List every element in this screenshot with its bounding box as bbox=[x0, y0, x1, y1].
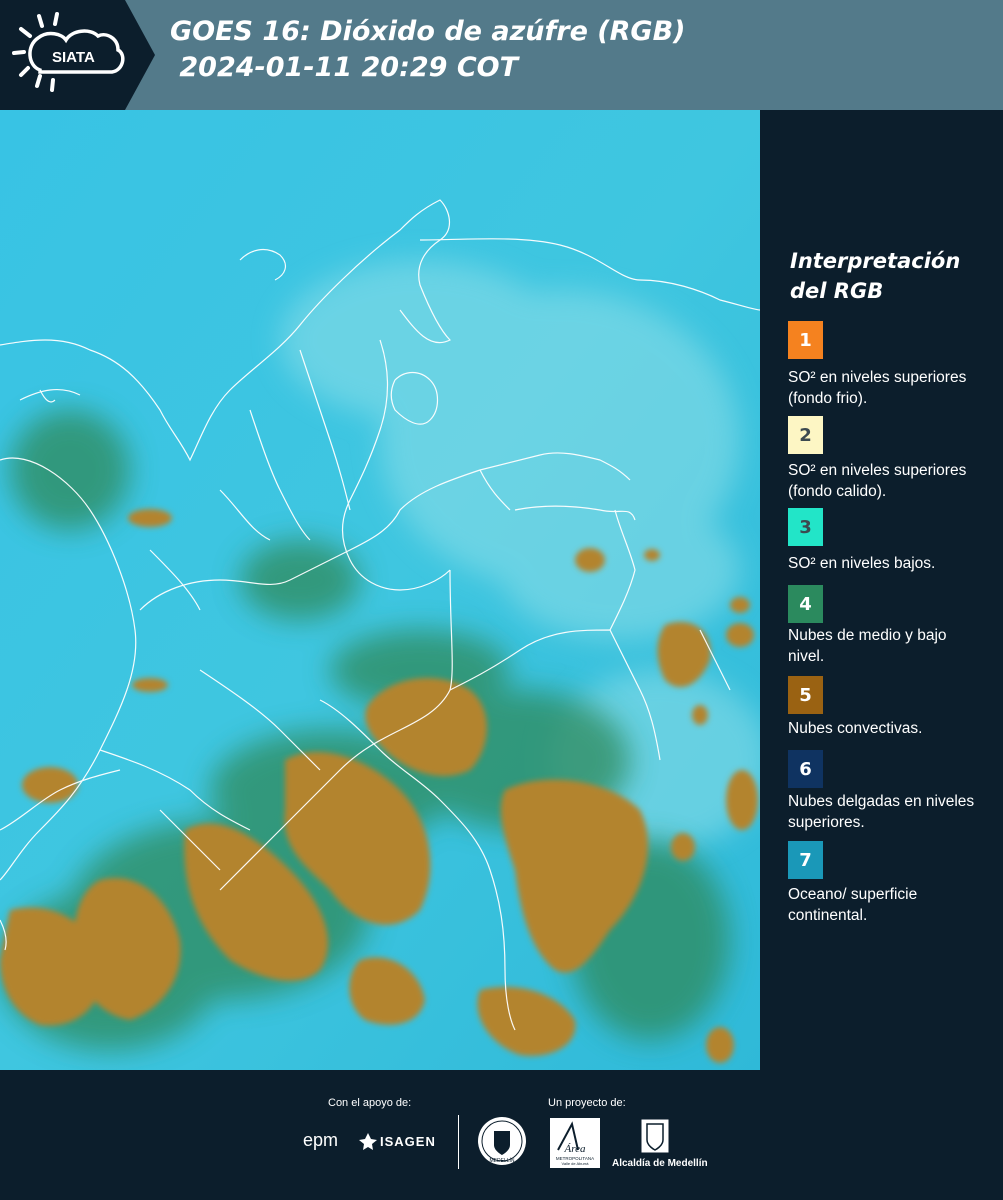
project-label: Un proyecto de: bbox=[548, 1097, 626, 1109]
legend-desc-1: SO² en niveles superiores (fondo frio). bbox=[788, 369, 967, 407]
area-logo-text: Área bbox=[564, 1143, 586, 1155]
satellite-map bbox=[0, 110, 760, 1070]
alcaldia-logo-text: Alcaldía de Medellín bbox=[612, 1158, 708, 1169]
alcaldia-shield-icon bbox=[640, 1118, 670, 1154]
area-metropolitana-logo: Área METROPOLITANA Valle de Aburrá bbox=[550, 1118, 600, 1168]
legend-swatch-4: 4 bbox=[788, 585, 823, 623]
title-line-1: GOES 16: Dióxido de azúfre (RGB) bbox=[170, 16, 686, 47]
seal-text: MEDELLÍN bbox=[489, 1157, 514, 1164]
siata-logo-block: SIATA bbox=[0, 0, 155, 110]
legend-number-7: 7 bbox=[799, 849, 812, 871]
legend-panel: Interpretación del RGB 1 SO² en niveles … bbox=[760, 110, 1003, 1070]
legend-title: Interpretación del RGB bbox=[790, 249, 961, 303]
legend-desc-5: Nubes convectivas. bbox=[788, 720, 923, 737]
header-bar: SIATA GOES 16: Dióxido de azúfre (RGB) 2… bbox=[0, 0, 1003, 110]
footer-divider bbox=[458, 1115, 459, 1169]
page-title: GOES 16: Dióxido de azúfre (RGB) 2024-01… bbox=[170, 14, 686, 86]
siata-logo-text: SIATA bbox=[52, 49, 95, 66]
legend-number-3: 3 bbox=[799, 516, 812, 538]
legend-number-2: 2 bbox=[799, 424, 812, 446]
legend-number-4: 4 bbox=[799, 593, 812, 615]
legend-number-1: 1 bbox=[799, 329, 812, 351]
legend-swatch-2: 2 bbox=[788, 416, 823, 454]
footer: Con el apoyo de: Un proyecto de: epm ISA… bbox=[0, 1070, 1003, 1200]
legend-desc-6: Nubes delgadas en niveles superiores. bbox=[788, 793, 975, 831]
area-logo-sub2: Valle de Aburrá bbox=[561, 1161, 589, 1166]
legend-swatch-5: 5 bbox=[788, 676, 823, 714]
title-line-2: 2024-01-11 20:29 COT bbox=[170, 52, 519, 83]
legend-swatch-7: 7 bbox=[788, 841, 823, 879]
epm-logo: epm bbox=[303, 1130, 339, 1150]
legend-desc-7: Oceano/ superficie continental. bbox=[788, 886, 918, 924]
legend-swatch-6: 6 bbox=[788, 750, 823, 788]
legend-number-6: 6 bbox=[799, 758, 812, 780]
legend-desc-3: SO² en niveles bajos. bbox=[788, 555, 936, 572]
legend-swatch-3: 3 bbox=[788, 508, 823, 546]
legend-desc-4: Nubes de medio y bajo nivel. bbox=[788, 627, 947, 665]
support-label: Con el apoyo de: bbox=[328, 1097, 412, 1109]
legend-swatch-1: 1 bbox=[788, 321, 823, 359]
legend-number-5: 5 bbox=[799, 684, 812, 706]
medellin-seal-icon: MEDELLÍN bbox=[478, 1117, 526, 1165]
isagen-logo-icon bbox=[359, 1133, 377, 1150]
isagen-logo: ISAGEN bbox=[380, 1134, 436, 1149]
